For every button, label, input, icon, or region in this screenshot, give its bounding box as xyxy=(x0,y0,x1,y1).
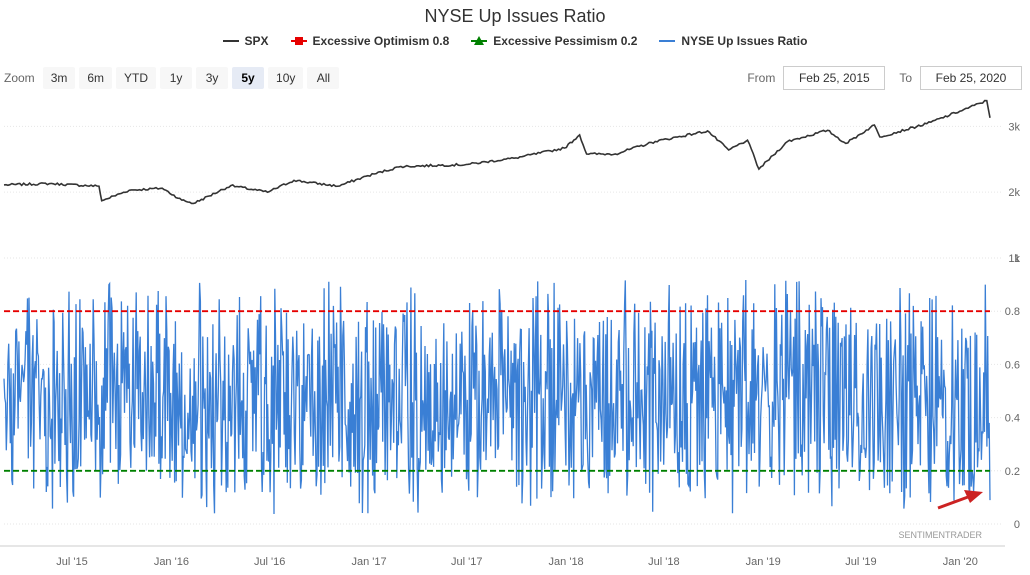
y-tick-label-ratio: 0.2 xyxy=(1005,466,1020,478)
x-tick-label: Jul '16 xyxy=(254,556,285,568)
credit-text: SENTIMENTRADER xyxy=(898,530,982,540)
x-tick-label: Jan '16 xyxy=(154,556,189,568)
chart-canvas: 1k2k3k00.20.40.60.81Jul '15 Jan '16 Jul '1… xyxy=(0,99,1020,568)
y-tick-label-ratio: 0 xyxy=(1014,519,1020,531)
x-tick-label: Jan '20 xyxy=(943,556,978,568)
spx-line xyxy=(3,99,991,205)
x-tick-label: Jan '19 xyxy=(746,556,781,568)
x-tick-label: Jan '18 xyxy=(549,556,584,568)
x-tick-label: Jul '15 xyxy=(56,556,87,568)
x-tick-label: Jul '19 xyxy=(845,556,876,568)
x-tick-label: Jan '17 xyxy=(351,556,386,568)
y-tick-label-ratio: 1 xyxy=(1014,253,1020,265)
x-tick-label: Jul '17 xyxy=(451,556,482,568)
ratio-line xyxy=(3,279,991,515)
y-tick-label-spx: 2k xyxy=(1008,187,1020,199)
y-tick-label-ratio: 0.4 xyxy=(1005,413,1020,425)
y-tick-label-spx: 3k xyxy=(1008,121,1020,133)
annotation-arrow-shaft xyxy=(937,495,969,510)
y-tick-label-ratio: 0.6 xyxy=(1005,359,1020,371)
x-tick-label: Jul '18 xyxy=(648,556,679,568)
y-tick-label-ratio: 0.8 xyxy=(1005,306,1020,318)
